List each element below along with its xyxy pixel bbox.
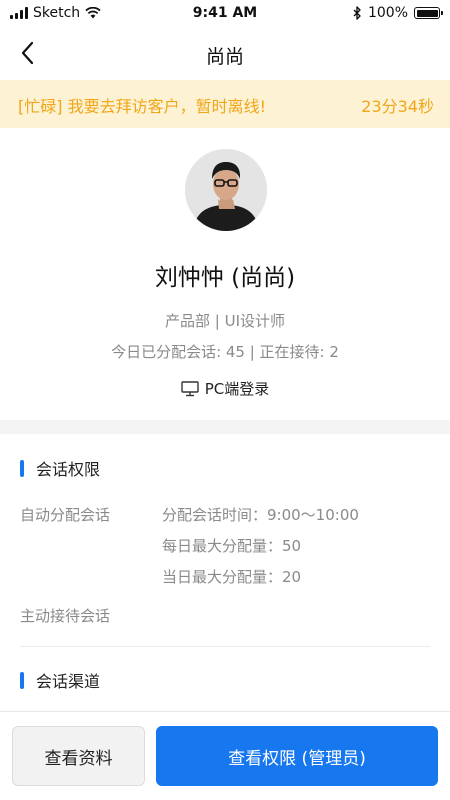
battery-percent: 100% (367, 5, 408, 21)
status-bar: Sketch 9:41 AM 100% (0, 0, 450, 28)
bluetooth-icon (353, 6, 361, 20)
profile-card: 刘忡忡 (尚尚) 产品部 | UI设计师 今日已分配会话: 45 | 正在接待:… (0, 128, 450, 420)
agent-detail-screen: Sketch 9:41 AM 100% 尚尚 [忙碌] 我要去拜访客户，暂时离线… (0, 0, 450, 800)
view-permissions-button[interactable]: 查看权限 (管理员) (156, 726, 438, 786)
view-profile-button[interactable]: 查看资料 (12, 726, 145, 786)
section-marker (20, 671, 24, 689)
banner-message: [忙碌] 我要去拜访客户，暂时离线! (18, 97, 266, 116)
login-device-label: PC端登录 (204, 380, 270, 398)
avatar-image (185, 149, 267, 231)
auto-assign-label: 自动分配会话 (20, 506, 111, 524)
daily-max-assign: 每日最大分配量：50 (162, 537, 302, 555)
nav-bar: 尚尚 (0, 30, 450, 78)
divider (20, 646, 430, 647)
section-title: 会话权限 (36, 460, 101, 479)
section-gap (0, 420, 450, 434)
section-session-channels: 会话渠道 (20, 668, 100, 692)
section-marker (20, 459, 24, 477)
section-session-permissions: 会话权限 (20, 456, 100, 480)
bottom-action-bar: 查看资料 查看权限 (管理员) (0, 711, 450, 800)
active-reception-label: 主动接待会话 (20, 607, 111, 625)
monitor-icon (181, 380, 199, 396)
assign-time-range: 分配会话时间：9:00～10:00 (162, 506, 359, 524)
status-banner: [忙碌] 我要去拜访客户，暂时离线! 23分34秒 (0, 80, 450, 128)
agent-name: 刘忡忡 (尚尚) (154, 265, 296, 291)
login-device: PC端登录 (0, 378, 450, 399)
status-right: 100% (353, 5, 443, 21)
agent-department: 产品部 | UI设计师 (165, 312, 285, 330)
agent-session-stats: 今日已分配会话: 45 | 正在接待: 2 (111, 343, 339, 361)
avatar (185, 149, 267, 231)
section-title: 会话渠道 (36, 672, 101, 691)
today-max-assign: 当日最大分配量：20 (162, 568, 302, 586)
page-title: 尚尚 (205, 46, 244, 68)
battery-icon (414, 7, 443, 19)
banner-timer: 23分34秒 (361, 97, 434, 116)
